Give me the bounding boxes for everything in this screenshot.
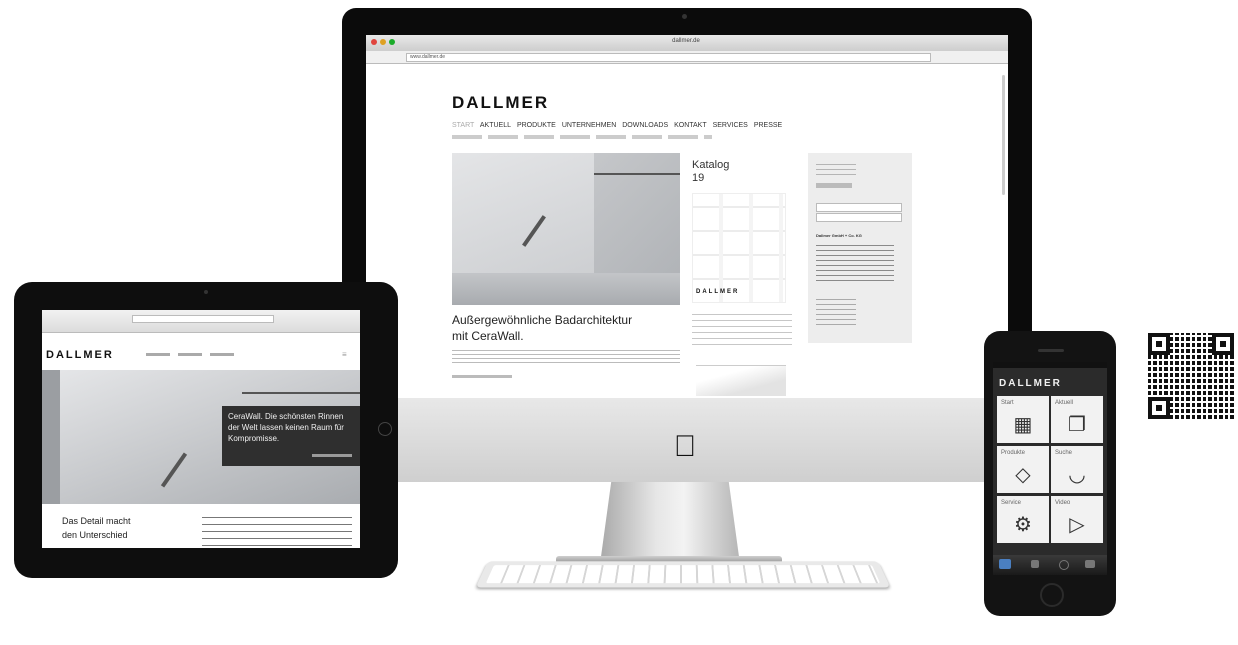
close-icon[interactable]: [371, 39, 377, 45]
sub-nav: [452, 135, 712, 139]
nav-item[interactable]: UNTERNEHMEN: [562, 122, 616, 129]
search-tab-icon[interactable]: [1059, 560, 1069, 570]
nav-item[interactable]: KONTAKT: [674, 122, 707, 129]
promo-image[interactable]: [696, 365, 786, 396]
nav-item[interactable]: AKTUELL: [480, 122, 511, 129]
status-bar: [993, 362, 1107, 368]
gear-icon: ⚙: [1014, 514, 1032, 536]
language-select[interactable]: [816, 213, 902, 222]
camera-icon: [204, 290, 208, 294]
tablet-logo[interactable]: DALLMER: [46, 349, 114, 361]
more-link[interactable]: [452, 375, 512, 378]
arc-icon: ◡: [1068, 464, 1086, 486]
tile-service[interactable]: Service ⚙: [997, 496, 1049, 543]
catalog-title[interactable]: Katalog: [692, 159, 729, 171]
sidebar: Dallmer GmbH + Co. KG: [808, 153, 912, 343]
document-icon: ❐: [1068, 414, 1086, 436]
hero-overlay-text: CeraWall. Die schönsten Rinnen der Welt …: [228, 412, 344, 443]
home-button-icon[interactable]: [1040, 583, 1064, 607]
speaker-icon: [1038, 349, 1064, 352]
home-tab-icon[interactable]: [999, 559, 1011, 569]
camera-icon: [682, 14, 687, 19]
body-text: [452, 349, 680, 363]
tile-suche[interactable]: Suche ◡: [1051, 446, 1103, 493]
sidebar-links[interactable]: [816, 295, 856, 325]
scrollbar[interactable]: [1002, 75, 1005, 195]
keyboard: [475, 561, 891, 588]
tile-label: Produkte: [1001, 450, 1026, 456]
tile-label: Video: [1055, 500, 1071, 506]
tablet-nav[interactable]: [146, 353, 236, 356]
company-address: Dallmer GmbH + Co. KG: [816, 233, 862, 238]
nav-item[interactable]: DOWNLOADS: [622, 122, 668, 129]
apple-logo-icon: : [673, 432, 697, 462]
phone-screen: DALLMER Start ▦ Aktuell ❐ Produkte ◇ Suc…: [993, 362, 1107, 575]
tile-video[interactable]: Video ▷: [1051, 496, 1103, 543]
headline-2: mit CeraWall.: [452, 329, 524, 343]
qr-code[interactable]: [1148, 333, 1234, 419]
window-title: dallmer.de: [672, 38, 700, 44]
address-bar[interactable]: www.dallmer.de: [406, 53, 931, 62]
tile-aktuell[interactable]: Aktuell ❐: [1051, 396, 1103, 443]
grid-icon: ▦: [1013, 414, 1033, 436]
catalog-cover[interactable]: [692, 193, 786, 303]
overlay-link[interactable]: [312, 454, 352, 457]
tablet-screen: DALLMER ≡ CeraWall. Die schönsten Rinnen…: [42, 310, 360, 548]
desktop-screen: dallmer.de www.dallmer.de DALLMER START …: [366, 35, 1008, 400]
search-input[interactable]: [816, 203, 902, 212]
tile-label: Service: [1001, 500, 1022, 506]
site-logo[interactable]: DALLMER: [452, 93, 549, 113]
tab-icon[interactable]: [1031, 560, 1039, 568]
nav-item[interactable]: PRODUKTE: [517, 122, 556, 129]
tile-produkte[interactable]: Produkte ◇: [997, 446, 1049, 493]
teaser-title-2: den Unterschied: [62, 530, 128, 540]
tile-label: Suche: [1055, 450, 1073, 456]
nav-item[interactable]: START: [452, 122, 474, 129]
hero-image[interactable]: [452, 153, 680, 305]
maximize-icon[interactable]: [389, 39, 395, 45]
home-button-icon[interactable]: [378, 422, 392, 436]
teaser-body: [202, 516, 352, 546]
phone-tab-bar: [993, 555, 1107, 575]
nav-item[interactable]: SERVICES: [713, 122, 748, 129]
teaser-title: Das Detail macht: [62, 516, 131, 526]
hero-overlay[interactable]: CeraWall. Die schönsten Rinnen der Welt …: [222, 406, 360, 466]
tile-label: Start: [1001, 400, 1014, 406]
browser-titlebar: dallmer.de: [366, 35, 1008, 52]
tile-label: Aktuell: [1055, 400, 1074, 406]
headline: Außergewöhnliche Badarchitektur: [452, 313, 633, 327]
diamond-icon: ◇: [1015, 464, 1031, 486]
catalog-number: 19: [692, 172, 705, 184]
play-icon: ▷: [1069, 514, 1085, 536]
minimize-icon[interactable]: [380, 39, 386, 45]
nav-item[interactable]: PRESSE: [754, 122, 782, 129]
tablet-browser-bar: [42, 310, 360, 333]
catalog-brand: DALLMER: [696, 289, 740, 295]
browser-toolbar: www.dallmer.de: [366, 51, 1008, 64]
imac-stand: [600, 482, 740, 564]
main-nav: START AKTUELL PRODUKTE UNTERNEHMEN DOWNL…: [452, 122, 782, 129]
tool-tab-icon[interactable]: [1085, 560, 1095, 568]
phone-logo: DALLMER: [999, 378, 1062, 389]
catalog-links[interactable]: [692, 313, 792, 345]
menu-icon[interactable]: ≡: [342, 350, 347, 359]
tablet-address-bar[interactable]: [132, 315, 274, 323]
tile-start[interactable]: Start ▦: [997, 396, 1049, 443]
